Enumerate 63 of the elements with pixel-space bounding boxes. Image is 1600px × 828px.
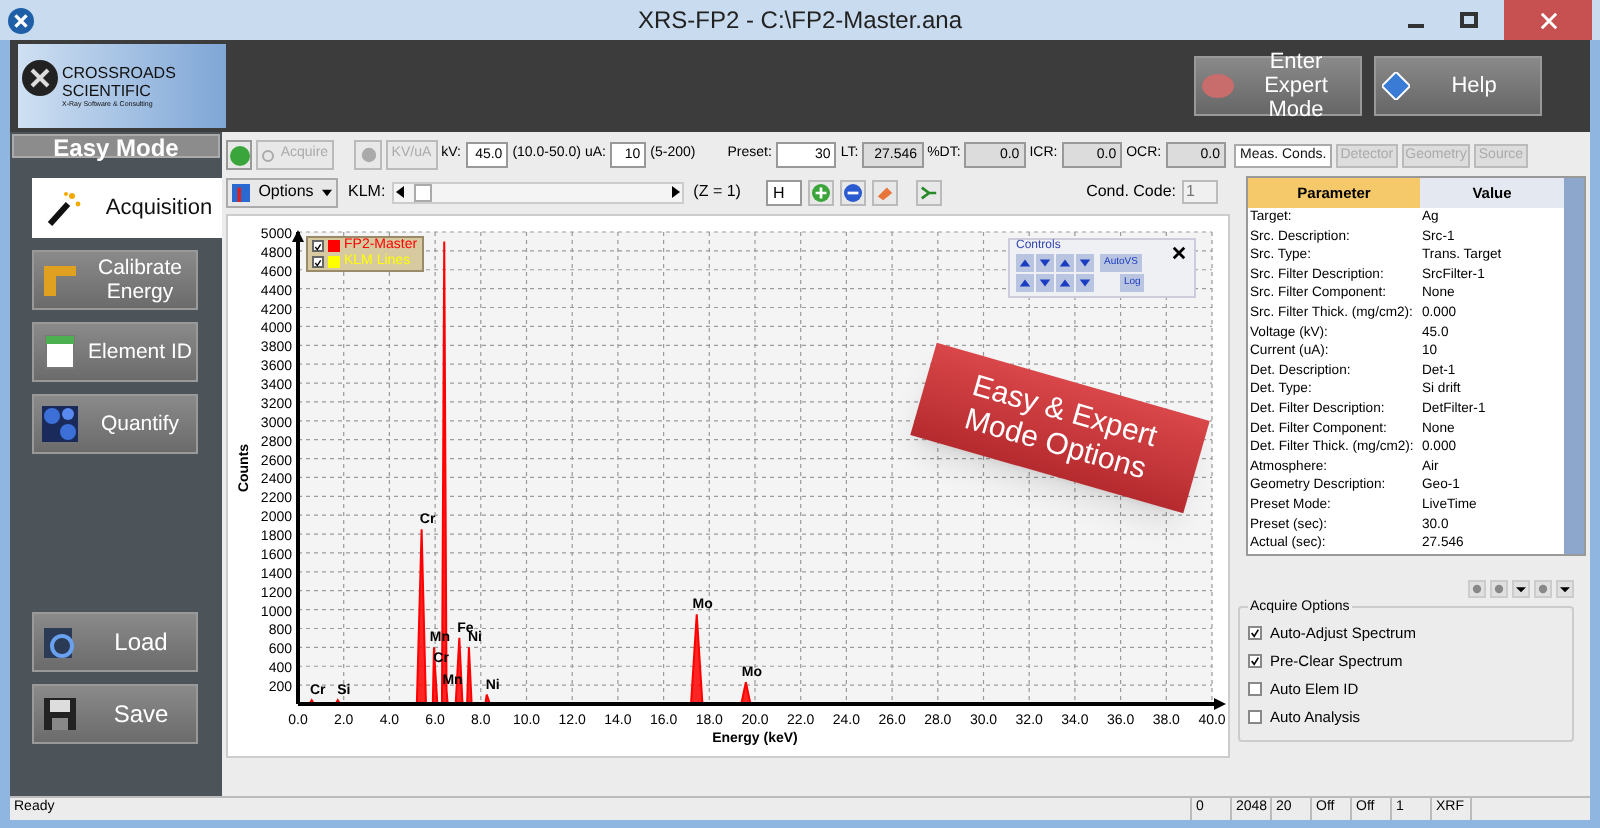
app-icon xyxy=(8,7,34,33)
options-button[interactable]: Options xyxy=(226,177,338,207)
save-button[interactable]: Save xyxy=(32,684,198,744)
klm-scrollbar[interactable] xyxy=(391,181,684,203)
left-arrow-icon xyxy=(393,186,406,198)
caret-icon xyxy=(1516,583,1526,594)
caret-icon xyxy=(322,187,332,197)
zoom-arrow-button[interactable] xyxy=(1036,274,1054,292)
caret-icon xyxy=(1560,583,1570,594)
eraser-icon xyxy=(876,183,895,201)
zoom-arrow-button[interactable] xyxy=(1056,254,1074,272)
sidebar-tab[interactable]: Element ID xyxy=(32,322,198,382)
logo-icon xyxy=(22,60,58,96)
close-button[interactable] xyxy=(1504,0,1592,40)
sidebar-tab[interactable]: Acquisition xyxy=(32,178,222,238)
z-label: (Z = 1) xyxy=(693,180,741,204)
eraser-button[interactable] xyxy=(872,179,899,205)
zoom-arrow-button[interactable] xyxy=(1056,274,1074,292)
check-icon xyxy=(1250,656,1260,667)
zoom-arrow-button[interactable] xyxy=(1036,254,1054,272)
zoom-arrow-button[interactable] xyxy=(1016,274,1034,292)
start-icon xyxy=(229,145,250,165)
check-icon xyxy=(1250,628,1260,639)
right-arrow-icon xyxy=(669,186,682,198)
start-button[interactable] xyxy=(226,140,253,170)
sidebar-tab[interactable]: Calibrate Energy xyxy=(32,250,198,310)
checkbox[interactable] xyxy=(1248,682,1262,697)
klm-label: KLM: xyxy=(348,180,386,204)
help-icon xyxy=(1382,72,1410,100)
close-icon xyxy=(1539,11,1557,29)
sidebar-title: Easy Mode xyxy=(12,134,220,158)
caret-button[interactable] xyxy=(1512,579,1530,598)
scrollbar[interactable] xyxy=(1564,178,1584,554)
add-button[interactable] xyxy=(808,179,835,205)
zoom-arrow-button[interactable] xyxy=(1076,274,1094,292)
document-icon xyxy=(40,332,80,372)
branch-icon xyxy=(920,183,939,201)
checkbox[interactable] xyxy=(1248,626,1262,641)
load-button[interactable]: Load xyxy=(32,612,198,672)
close-icon[interactable] xyxy=(1172,246,1186,260)
element-field[interactable]: H xyxy=(766,179,803,205)
peaks-button[interactable] xyxy=(916,179,943,205)
copy-button[interactable] xyxy=(1468,579,1486,598)
chart-icon xyxy=(232,183,250,201)
scroll-thumb[interactable] xyxy=(413,183,432,201)
remove-button[interactable] xyxy=(840,179,867,205)
logo-text: CROSSROADS SCIENTIFIC xyxy=(62,63,178,99)
zoom-arrow-button[interactable] xyxy=(1016,254,1034,272)
caret-button[interactable] xyxy=(1556,579,1574,598)
legend-checkbox[interactable] xyxy=(312,240,324,252)
expert-mode-button[interactable]: Enter Expert Mode xyxy=(1194,56,1362,116)
help-button[interactable]: Help xyxy=(1374,56,1542,116)
checkbox[interactable] xyxy=(1248,654,1262,669)
wand-icon xyxy=(44,188,84,228)
corner-icon xyxy=(40,260,80,300)
window-title: XRS-FP2 - C:\FP2-Master.ana xyxy=(635,4,965,38)
minus-icon xyxy=(844,183,863,201)
cond-code-label: Cond. Code: xyxy=(1086,180,1176,204)
zoom-arrow-button[interactable] xyxy=(1076,254,1094,272)
sidebar-tab[interactable]: Quantify xyxy=(32,394,198,454)
plus-icon xyxy=(812,183,831,201)
legend-checkbox[interactable] xyxy=(312,256,324,268)
checkbox[interactable] xyxy=(1248,710,1262,725)
